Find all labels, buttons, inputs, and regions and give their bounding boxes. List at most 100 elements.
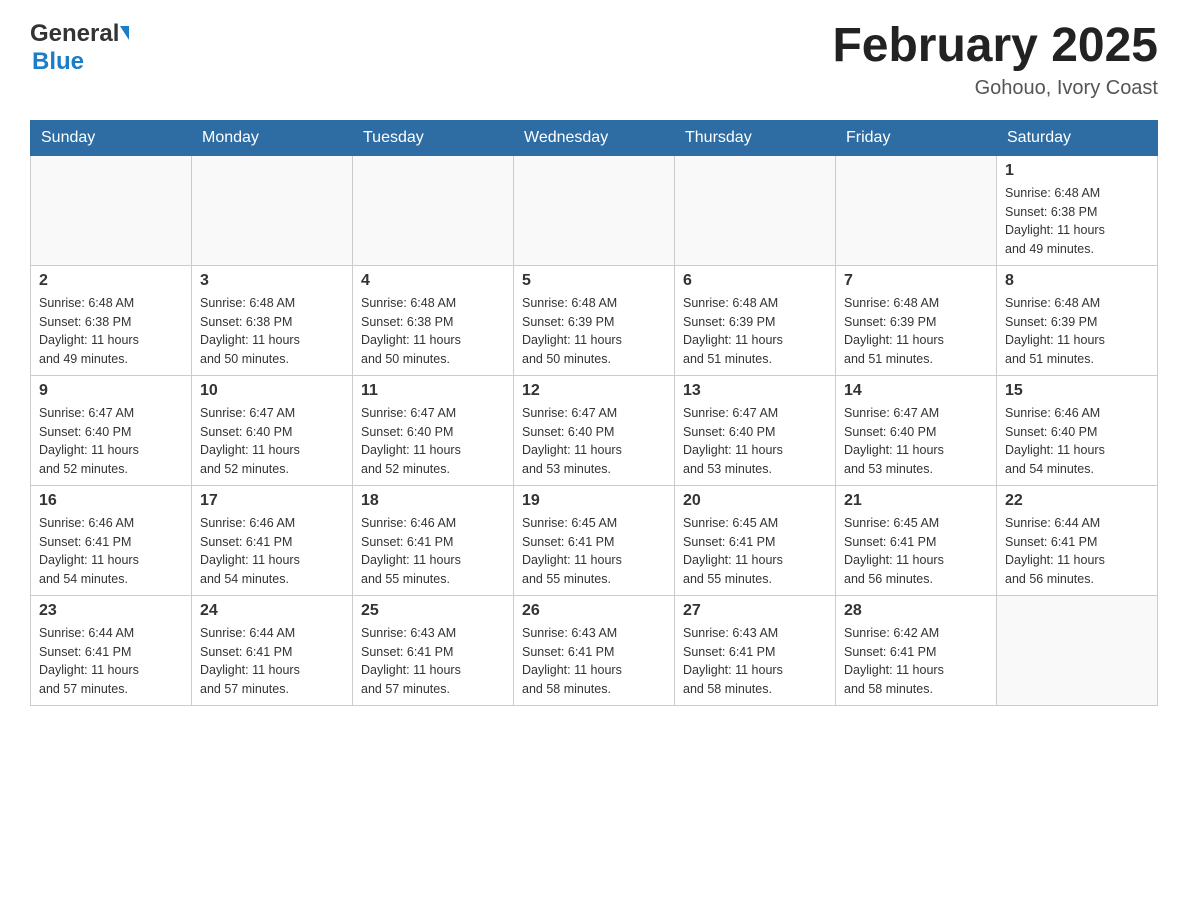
logo: General Blue [30, 20, 129, 76]
month-title: February 2025 [832, 20, 1158, 73]
day-info: Sunrise: 6:47 AMSunset: 6:40 PMDaylight:… [522, 404, 666, 479]
calendar-cell: 16 Sunrise: 6:46 AMSunset: 6:41 PMDayligh… [31, 485, 192, 595]
day-info: Sunrise: 6:43 AMSunset: 6:41 PMDaylight:… [361, 624, 505, 699]
day-number: 5 [522, 272, 666, 290]
title-area: February 2025 Gohouo, Ivory Coast [832, 20, 1158, 100]
calendar-cell: 10Sunrise: 6:47 AMSunset: 6:40 PMDayligh… [192, 375, 353, 485]
day-number: 27 [683, 602, 827, 620]
day-info: Sunrise: 6:43 AMSunset: 6:41 PMDaylight:… [522, 624, 666, 699]
day-info: Sunrise: 6:44 AMSunset: 6:41 PMDaylight:… [200, 624, 344, 699]
calendar-cell: 4 Sunrise: 6:48 AMSunset: 6:38 PMDaylight… [353, 265, 514, 375]
weekday-header-sunday: Sunday [31, 120, 192, 155]
logo-arrow-icon [120, 26, 129, 40]
weekday-header-thursday: Thursday [675, 120, 836, 155]
calendar-cell [675, 155, 836, 265]
day-info: Sunrise: 6:45 AMSunset: 6:41 PMDaylight:… [683, 514, 827, 589]
logo-general-text: General [30, 20, 119, 48]
calendar-table: SundayMondayTuesdayWednesdayThursdayFrid… [30, 120, 1158, 706]
logo-blue-text: Blue [32, 48, 84, 75]
calendar-cell [353, 155, 514, 265]
day-number: 25 [361, 602, 505, 620]
day-info: Sunrise: 6:48 AMSunset: 6:39 PMDaylight:… [522, 294, 666, 369]
day-number: 11 [361, 382, 505, 400]
day-number: 23 [39, 602, 183, 620]
calendar-cell: 14 Sunrise: 6:47 AMSunset: 6:40 PMDayligh… [836, 375, 997, 485]
calendar-cell: 26 Sunrise: 6:43 AMSunset: 6:41 PMDayligh… [514, 595, 675, 705]
day-info: Sunrise: 6:48 AMSunset: 6:39 PMDaylight:… [683, 294, 827, 369]
day-info: Sunrise: 6:47 AMSunset: 6:40 PMDaylight:… [844, 404, 988, 479]
calendar-week-row: 1Sunrise: 6:48 AMSunset: 6:38 PMDaylight… [31, 155, 1158, 265]
calendar-cell: 23 Sunrise: 6:44 AMSunset: 6:41 PMDayligh… [31, 595, 192, 705]
calendar-cell: 19 Sunrise: 6:45 AMSunset: 6:41 PMDayligh… [514, 485, 675, 595]
calendar-cell: 9 Sunrise: 6:47 AMSunset: 6:40 PMDaylight… [31, 375, 192, 485]
day-number: 6 [683, 272, 827, 290]
day-info: Sunrise: 6:48 AMSunset: 6:38 PMDaylight:… [361, 294, 505, 369]
calendar-cell: 6 Sunrise: 6:48 AMSunset: 6:39 PMDaylight… [675, 265, 836, 375]
day-number: 20 [683, 492, 827, 510]
day-number: 7 [844, 272, 988, 290]
day-number: 3 [200, 272, 344, 290]
day-number: 16 [39, 492, 183, 510]
day-number: 9 [39, 382, 183, 400]
calendar-cell: 1Sunrise: 6:48 AMSunset: 6:38 PMDaylight… [997, 155, 1158, 265]
calendar-cell: 8 Sunrise: 6:48 AMSunset: 6:39 PMDaylight… [997, 265, 1158, 375]
location-subtitle: Gohouo, Ivory Coast [832, 77, 1158, 100]
day-info: Sunrise: 6:45 AMSunset: 6:41 PMDaylight:… [522, 514, 666, 589]
calendar-cell [836, 155, 997, 265]
day-number: 28 [844, 602, 988, 620]
weekday-header-row: SundayMondayTuesdayWednesdayThursdayFrid… [31, 120, 1158, 155]
calendar-cell: 3 Sunrise: 6:48 AMSunset: 6:38 PMDaylight… [192, 265, 353, 375]
calendar-cell: 15 Sunrise: 6:46 AMSunset: 6:40 PMDayligh… [997, 375, 1158, 485]
day-number: 8 [1005, 272, 1149, 290]
day-info: Sunrise: 6:48 AMSunset: 6:39 PMDaylight:… [1005, 294, 1149, 369]
day-number: 13 [683, 382, 827, 400]
calendar-cell: 28Sunrise: 6:42 AMSunset: 6:41 PMDayligh… [836, 595, 997, 705]
weekday-header-monday: Monday [192, 120, 353, 155]
weekday-header-wednesday: Wednesday [514, 120, 675, 155]
page-header: General Blue February 2025 Gohouo, Ivory… [30, 20, 1158, 100]
day-number: 19 [522, 492, 666, 510]
day-info: Sunrise: 6:48 AMSunset: 6:38 PMDaylight:… [200, 294, 344, 369]
calendar-week-row: 16 Sunrise: 6:46 AMSunset: 6:41 PMDayligh… [31, 485, 1158, 595]
day-number: 22 [1005, 492, 1149, 510]
day-number: 24 [200, 602, 344, 620]
calendar-cell: 2 Sunrise: 6:48 AMSunset: 6:38 PMDaylight… [31, 265, 192, 375]
calendar-cell: 27 Sunrise: 6:43 AMSunset: 6:41 PMDayligh… [675, 595, 836, 705]
day-info: Sunrise: 6:48 AMSunset: 6:38 PMDaylight:… [39, 294, 183, 369]
day-number: 2 [39, 272, 183, 290]
day-number: 18 [361, 492, 505, 510]
day-info: Sunrise: 6:47 AMSunset: 6:40 PMDaylight:… [39, 404, 183, 479]
calendar-week-row: 9 Sunrise: 6:47 AMSunset: 6:40 PMDaylight… [31, 375, 1158, 485]
day-info: Sunrise: 6:46 AMSunset: 6:41 PMDaylight:… [200, 514, 344, 589]
day-info: Sunrise: 6:46 AMSunset: 6:41 PMDaylight:… [39, 514, 183, 589]
day-number: 4 [361, 272, 505, 290]
calendar-cell: 7Sunrise: 6:48 AMSunset: 6:39 PMDaylight… [836, 265, 997, 375]
calendar-cell: 5 Sunrise: 6:48 AMSunset: 6:39 PMDaylight… [514, 265, 675, 375]
calendar-cell: 13 Sunrise: 6:47 AMSunset: 6:40 PMDayligh… [675, 375, 836, 485]
weekday-header-tuesday: Tuesday [353, 120, 514, 155]
day-info: Sunrise: 6:46 AMSunset: 6:40 PMDaylight:… [1005, 404, 1149, 479]
day-number: 21 [844, 492, 988, 510]
calendar-cell: 12Sunrise: 6:47 AMSunset: 6:40 PMDayligh… [514, 375, 675, 485]
weekday-header-saturday: Saturday [997, 120, 1158, 155]
calendar-cell: 22 Sunrise: 6:44 AMSunset: 6:41 PMDayligh… [997, 485, 1158, 595]
calendar-week-row: 2 Sunrise: 6:48 AMSunset: 6:38 PMDaylight… [31, 265, 1158, 375]
day-info: Sunrise: 6:47 AMSunset: 6:40 PMDaylight:… [683, 404, 827, 479]
day-info: Sunrise: 6:44 AMSunset: 6:41 PMDaylight:… [1005, 514, 1149, 589]
calendar-cell: 21Sunrise: 6:45 AMSunset: 6:41 PMDayligh… [836, 485, 997, 595]
day-info: Sunrise: 6:46 AMSunset: 6:41 PMDaylight:… [361, 514, 505, 589]
day-info: Sunrise: 6:44 AMSunset: 6:41 PMDaylight:… [39, 624, 183, 699]
weekday-header-friday: Friday [836, 120, 997, 155]
calendar-cell: 17 Sunrise: 6:46 AMSunset: 6:41 PMDayligh… [192, 485, 353, 595]
day-number: 26 [522, 602, 666, 620]
calendar-cell: 24 Sunrise: 6:44 AMSunset: 6:41 PMDayligh… [192, 595, 353, 705]
day-number: 14 [844, 382, 988, 400]
day-info: Sunrise: 6:47 AMSunset: 6:40 PMDaylight:… [361, 404, 505, 479]
day-number: 1 [1005, 162, 1149, 180]
day-number: 17 [200, 492, 344, 510]
day-info: Sunrise: 6:47 AMSunset: 6:40 PMDaylight:… [200, 404, 344, 479]
calendar-cell: 25 Sunrise: 6:43 AMSunset: 6:41 PMDayligh… [353, 595, 514, 705]
calendar-week-row: 23 Sunrise: 6:44 AMSunset: 6:41 PMDayligh… [31, 595, 1158, 705]
day-info: Sunrise: 6:43 AMSunset: 6:41 PMDaylight:… [683, 624, 827, 699]
day-number: 15 [1005, 382, 1149, 400]
